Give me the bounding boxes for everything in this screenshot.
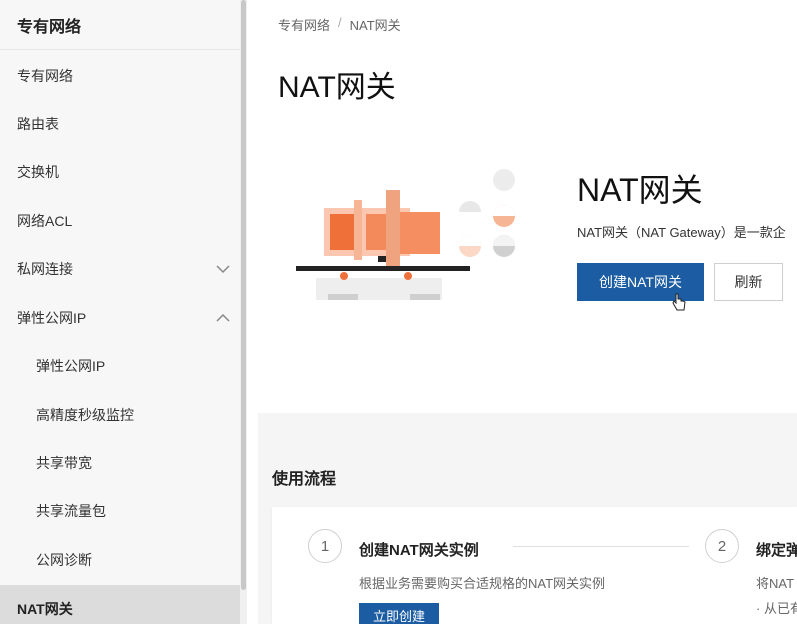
refresh-button[interactable]: 刷新	[714, 263, 783, 301]
step-description-extra: · 从已有	[756, 601, 797, 616]
step-description: 将NAT	[756, 576, 795, 591]
step-title: 绑定弹	[756, 542, 797, 559]
sidebar-item-label: 高精度秒级监控	[36, 407, 134, 423]
sidebar-divider	[0, 49, 240, 50]
step-number: 1	[308, 529, 342, 563]
sidebar-title: 专有网络	[17, 19, 82, 36]
sidebar-item-label: 交换机	[17, 164, 59, 180]
chevron-down-icon[interactable]	[216, 262, 230, 276]
sidebar-item-label: 弹性公网IP	[17, 310, 87, 326]
sidebar-item-label: 路由表	[17, 116, 59, 132]
step-description: 根据业务需要购买合适规格的NAT网关实例	[359, 576, 606, 591]
page-title: NAT网关	[278, 71, 396, 104]
sidebar-item-label: NAT网关	[17, 601, 73, 617]
chevron-up-icon[interactable]	[216, 311, 230, 325]
scrollbar-thumb[interactable]	[241, 0, 246, 590]
step-connector	[513, 546, 689, 547]
sidebar-item-nat-gateway[interactable]: NAT网关	[0, 585, 240, 624]
sidebar-item-monitor[interactable]: 高精度秒级监控	[0, 391, 240, 439]
hand-pointer-cursor-icon	[672, 293, 686, 311]
step-title: 创建NAT网关实例	[359, 542, 479, 559]
sidebar-item-network-acl[interactable]: 网络ACL	[0, 197, 240, 245]
sidebar-item-vpc[interactable]: 专有网络	[0, 52, 240, 100]
hero-title: NAT网关	[577, 172, 703, 208]
step-number: 2	[705, 529, 739, 563]
sidebar-scrollbar[interactable]	[240, 0, 247, 624]
sidebar-item-eip-group[interactable]: 弹性公网IP	[0, 294, 240, 342]
sidebar-item-route-table[interactable]: 路由表	[0, 100, 240, 148]
sidebar-item-label: 共享流量包	[36, 503, 106, 519]
nat-gateway-illustration-icon	[296, 169, 515, 300]
process-steps-card	[272, 507, 797, 624]
sidebar-item-vswitch[interactable]: 交换机	[0, 148, 240, 196]
sidebar-item-data-transfer-plan[interactable]: 共享流量包	[0, 487, 240, 535]
sidebar-item-eip[interactable]: 弹性公网IP	[0, 342, 240, 390]
process-title: 使用流程	[272, 471, 337, 488]
sidebar: 专有网络 专有网络 路由表 交换机 网络ACL 私网连接 弹性公网IP 弹性公网…	[0, 0, 240, 624]
sidebar-item-label: 专有网络	[17, 68, 73, 84]
sidebar-item-shared-bandwidth[interactable]: 共享带宽	[0, 439, 240, 487]
sidebar-item-label: 网络ACL	[17, 213, 73, 229]
sidebar-item-label: 私网连接	[17, 261, 73, 277]
breadcrumb-root-link[interactable]: 专有网络	[278, 15, 330, 34]
sidebar-item-diagnosis[interactable]: 公网诊断	[0, 536, 240, 584]
sidebar-item-private-link[interactable]: 私网连接	[0, 245, 240, 293]
create-now-button[interactable]: 立即创建	[359, 603, 439, 624]
hero-description: NAT网关（NAT Gateway）是一款企	[577, 225, 786, 240]
sidebar-item-label: 共享带宽	[36, 455, 92, 471]
breadcrumb: 专有网络 / NAT网关	[278, 15, 401, 34]
sidebar-item-label: 弹性公网IP	[36, 358, 106, 374]
breadcrumb-current: NAT网关	[349, 18, 401, 33]
breadcrumb-separator: /	[338, 15, 342, 30]
sidebar-item-label: 公网诊断	[36, 552, 92, 568]
